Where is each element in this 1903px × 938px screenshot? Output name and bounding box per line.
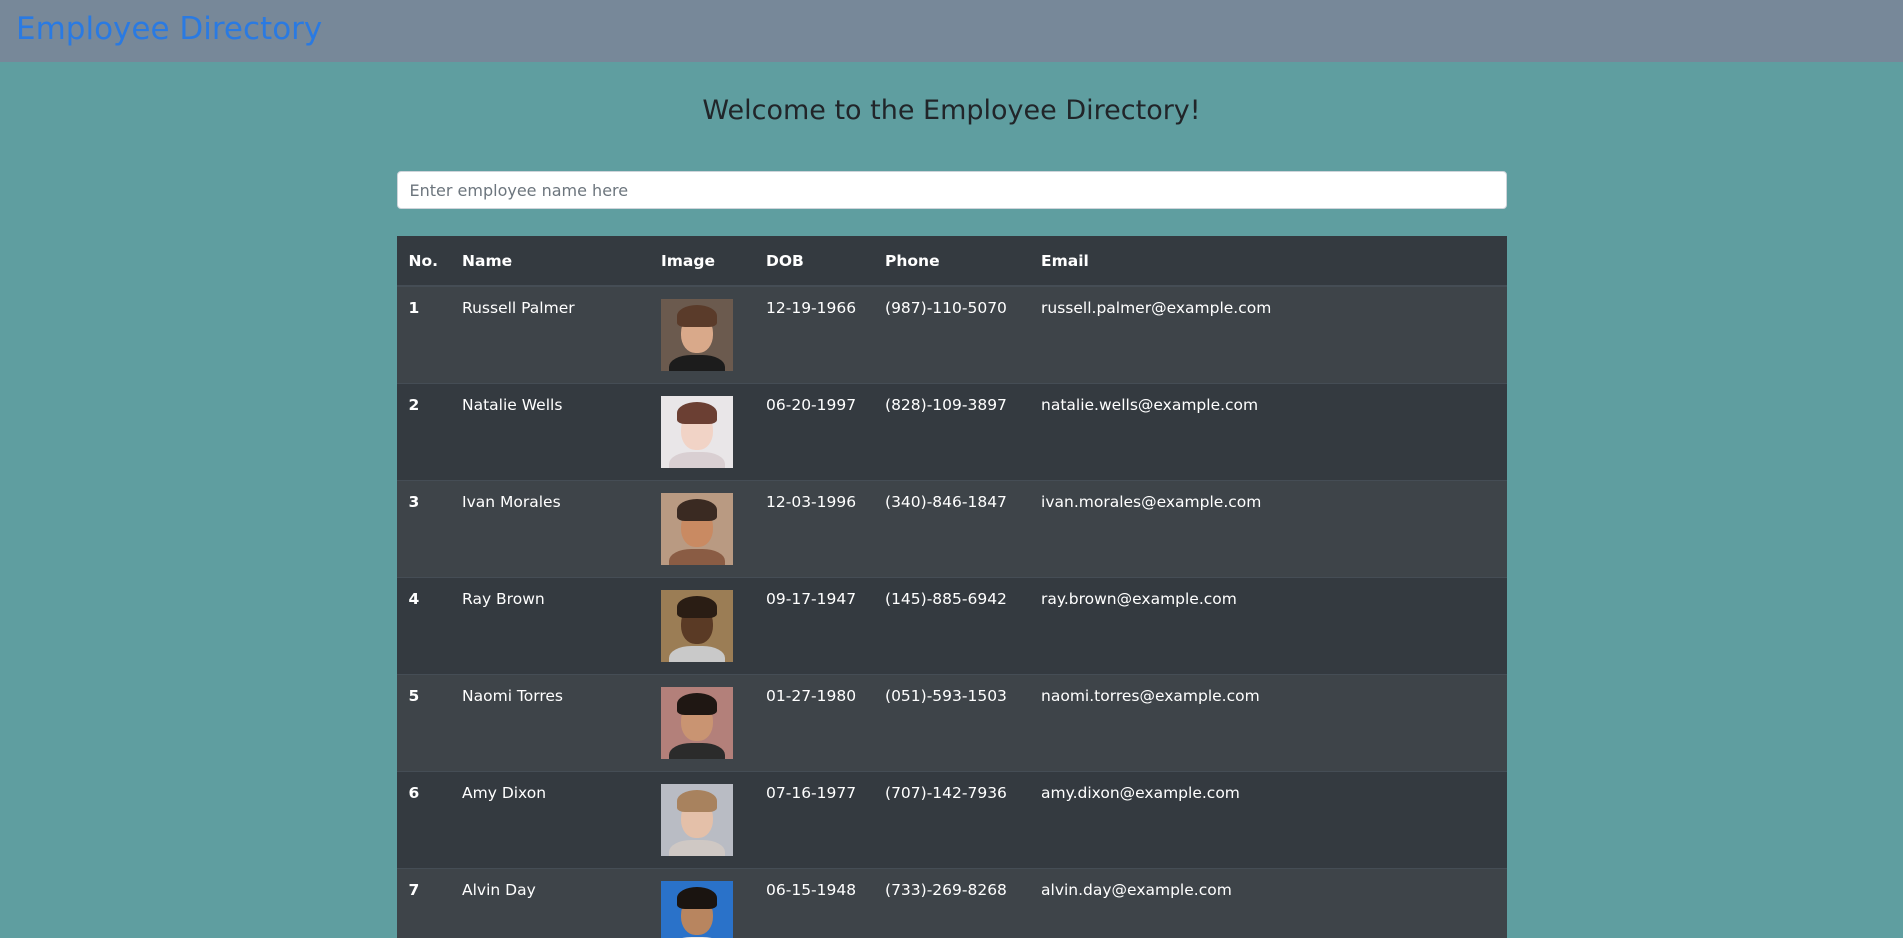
employee-name: Russell Palmer <box>450 285 650 384</box>
avatar-body <box>669 840 726 856</box>
employee-phone: (733)-269-8268 <box>873 868 1030 938</box>
avatar-body <box>669 452 726 468</box>
employee-email: ivan.morales@example.com <box>1029 480 1507 578</box>
header-dob[interactable]: DOB <box>754 236 874 287</box>
employee-dob: 06-20-1997 <box>754 383 874 481</box>
employee-avatar-icon <box>661 784 734 856</box>
row-number: 3 <box>396 480 451 578</box>
header-no[interactable]: No. <box>396 236 451 287</box>
employee-image-cell <box>649 674 755 772</box>
employee-name: Natalie Wells <box>450 383 650 481</box>
employee-name: Alvin Day <box>450 868 650 938</box>
employee-dob: 01-27-1980 <box>754 674 874 772</box>
employee-email: ray.brown@example.com <box>1029 577 1507 675</box>
avatar-hair <box>677 499 718 521</box>
avatar-hair <box>677 402 718 424</box>
header-name[interactable]: Name <box>450 236 650 287</box>
avatar-body <box>669 646 726 662</box>
table-row: 6 Amy Dixon 07-16-1977 (707)-142-7936 amy.di… <box>396 771 1507 869</box>
employee-name: Amy Dixon <box>450 771 650 869</box>
employee-phone: (828)-109-3897 <box>873 383 1030 481</box>
employee-avatar-icon <box>661 299 734 371</box>
employee-email: russell.palmer@example.com <box>1029 285 1507 384</box>
employee-search-input[interactable] <box>396 171 1507 209</box>
employee-avatar-icon <box>661 687 734 759</box>
employee-image-cell <box>649 480 755 578</box>
brand-link[interactable]: Employee Directory <box>16 13 322 45</box>
avatar-body <box>669 743 726 759</box>
row-number: 1 <box>396 285 451 384</box>
row-number: 5 <box>396 674 451 772</box>
employee-name: Ivan Morales <box>450 480 650 578</box>
avatar-hair <box>677 887 718 909</box>
avatar-hair <box>677 305 718 327</box>
row-number: 6 <box>396 771 451 869</box>
employee-dob: 12-19-1966 <box>754 285 874 384</box>
table-header-row: No. Name Image DOB Phone Email <box>396 236 1507 287</box>
page-title: Welcome to the Employee Directory! <box>702 95 1201 126</box>
avatar-hair <box>677 693 718 715</box>
employee-email: alvin.day@example.com <box>1029 868 1507 938</box>
header-email[interactable]: Email <box>1029 236 1507 287</box>
employee-avatar-icon <box>661 881 734 938</box>
employee-avatar-icon <box>661 493 734 565</box>
employee-dob: 12-03-1996 <box>754 480 874 578</box>
employee-name: Ray Brown <box>450 577 650 675</box>
employee-dob: 06-15-1948 <box>754 868 874 938</box>
employee-image-cell <box>649 285 755 384</box>
main-container: Welcome to the Employee Directory! No. N… <box>396 62 1507 938</box>
table-row: 7 Alvin Day 06-15-1948 (733)-269-8268 alvin.… <box>396 868 1507 938</box>
row-number: 2 <box>396 383 451 481</box>
employee-avatar-icon <box>661 590 734 662</box>
row-number: 4 <box>396 577 451 675</box>
employee-email: natalie.wells@example.com <box>1029 383 1507 481</box>
avatar-body <box>669 549 726 565</box>
table-row: 5 Naomi Torres 01-27-1980 (051)-593-1503 nao… <box>396 674 1507 772</box>
table-body: 1 Russell Palmer 12-19-1966 (987)-110-5070 r… <box>396 285 1507 938</box>
avatar-hair <box>677 790 718 812</box>
table-row: 2 Natalie Wells 06-20-1997 (828)-109-3897 na… <box>396 383 1507 481</box>
avatar-body <box>669 355 726 371</box>
header-image[interactable]: Image <box>649 236 755 287</box>
employee-email: amy.dixon@example.com <box>1029 771 1507 869</box>
employee-phone: (340)-846-1847 <box>873 480 1030 578</box>
employee-dob: 09-17-1947 <box>754 577 874 675</box>
employee-phone: (707)-142-7936 <box>873 771 1030 869</box>
table-row: 4 Ray Brown 09-17-1947 (145)-885-6942 ray.br… <box>396 577 1507 675</box>
employee-avatar-icon <box>661 396 734 468</box>
employee-dob: 07-16-1977 <box>754 771 874 869</box>
employee-name: Naomi Torres <box>450 674 650 772</box>
employee-table: No. Name Image DOB Phone Email 1 Russell … <box>396 236 1507 938</box>
avatar-hair <box>677 596 718 618</box>
header-phone[interactable]: Phone <box>873 236 1030 287</box>
employee-image-cell <box>649 383 755 481</box>
employee-phone: (987)-110-5070 <box>873 285 1030 384</box>
employee-email: naomi.torres@example.com <box>1029 674 1507 772</box>
row-number: 7 <box>396 868 451 938</box>
employee-image-cell <box>649 868 755 938</box>
employee-image-cell <box>649 771 755 869</box>
navbar: Employee Directory <box>0 0 1903 62</box>
employee-phone: (051)-593-1503 <box>873 674 1030 772</box>
employee-phone: (145)-885-6942 <box>873 577 1030 675</box>
table-row: 1 Russell Palmer 12-19-1966 (987)-110-5070 r… <box>396 285 1507 384</box>
employee-image-cell <box>649 577 755 675</box>
table-row: 3 Ivan Morales 12-03-1996 (340)-846-1847 iva… <box>396 480 1507 578</box>
